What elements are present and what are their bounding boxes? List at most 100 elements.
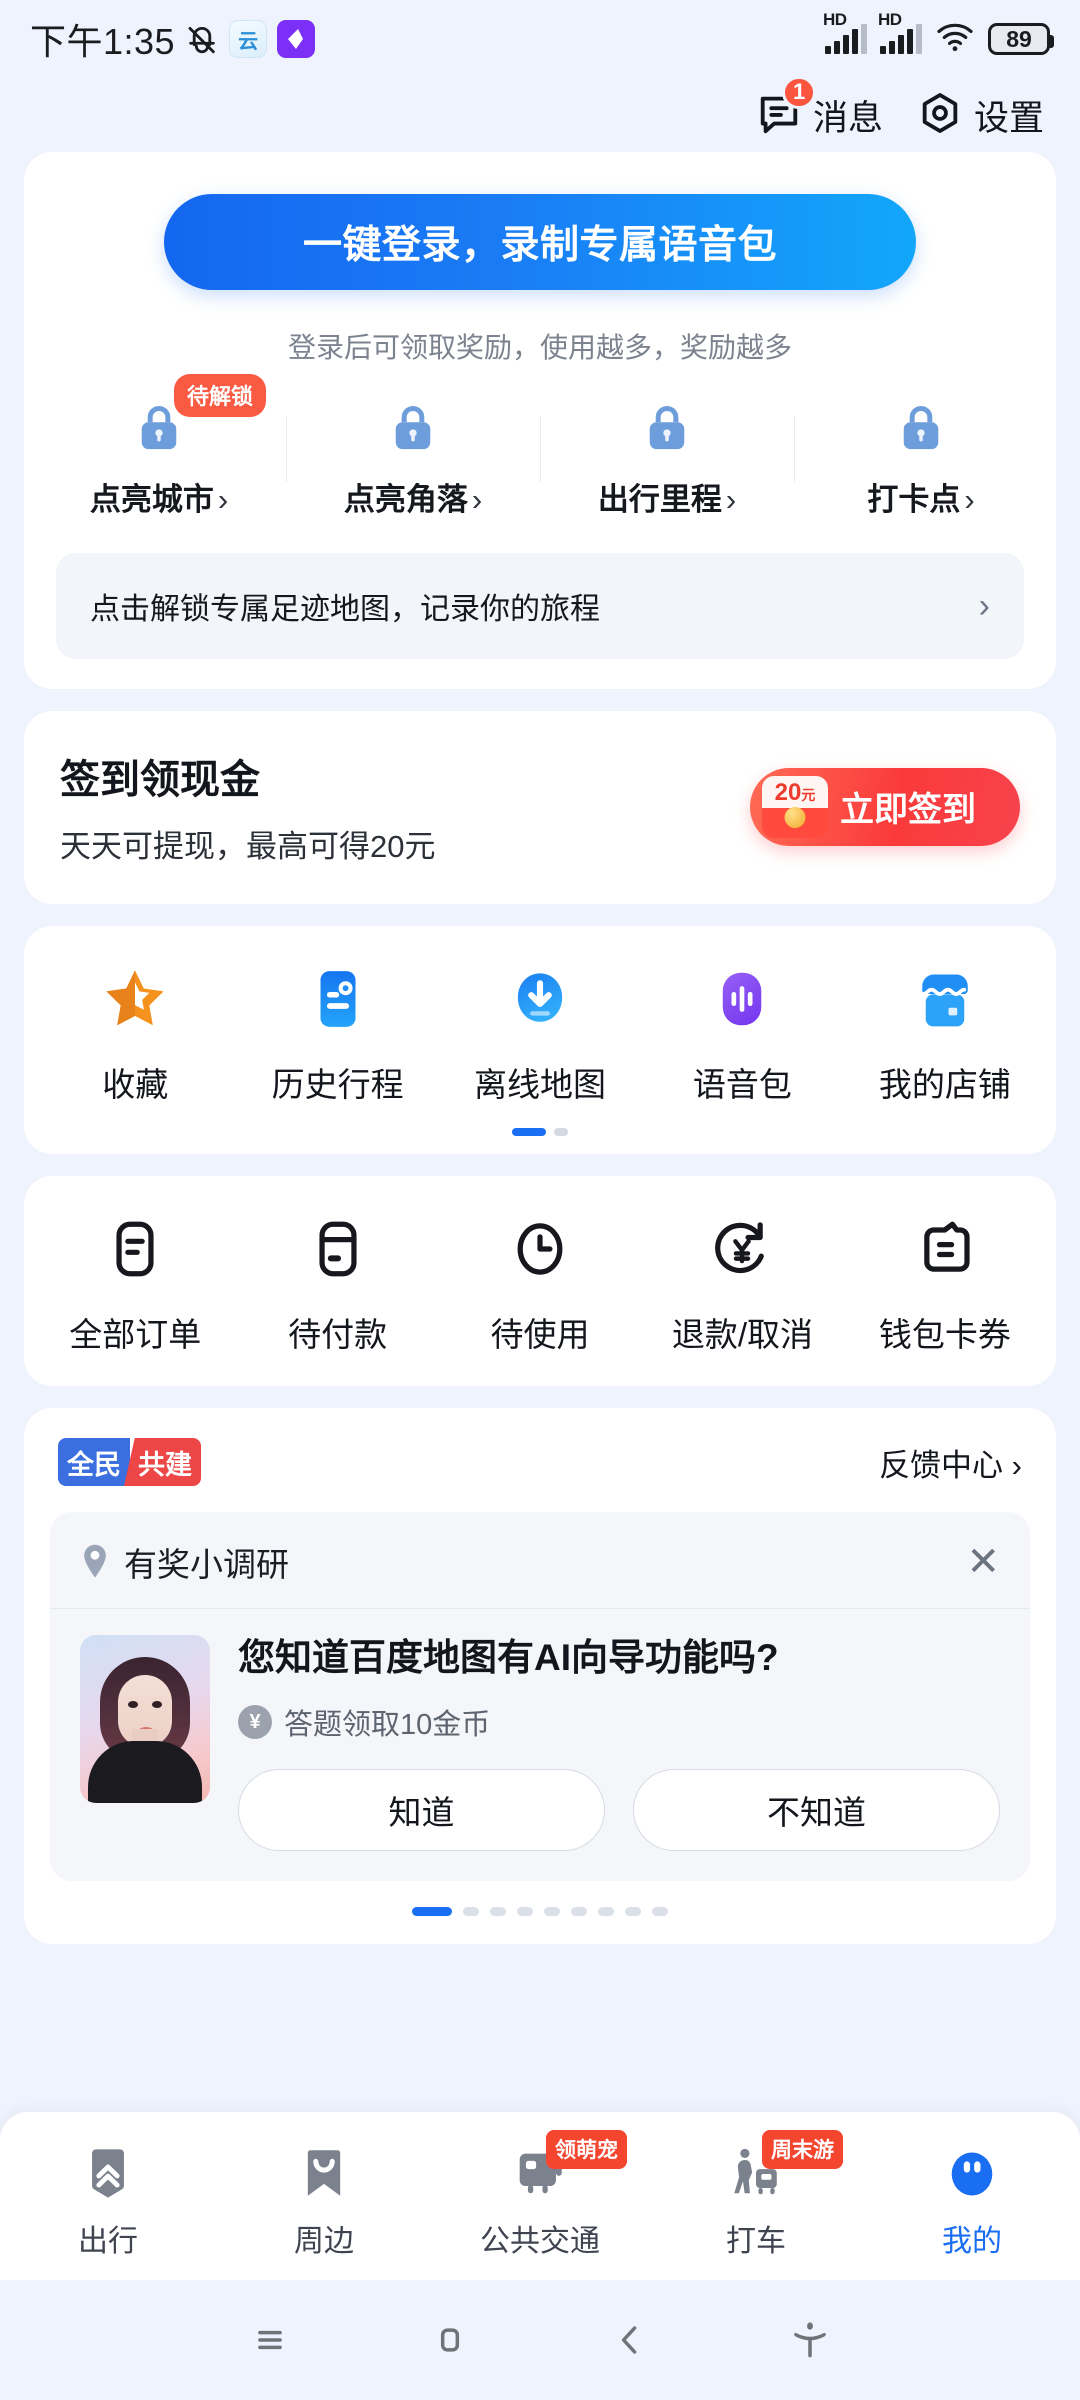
lock-item-label: 点亮城市 › [89,482,229,517]
order-label: 退款/取消 [671,1316,813,1353]
service-item-favorites[interactable]: 收藏 [34,962,236,1106]
back-icon[interactable] [540,2318,720,2362]
service-item-history[interactable]: 历史行程 [236,962,438,1106]
tab-label: 我的 [942,2225,1002,2258]
survey-card: 全民 共建 反馈中心 › 有奖小调研 ✕ 您知道百度地图有AI向导功能吗? ¥ … [24,1408,1056,1945]
feedback-center-link[interactable]: 反馈中心 › [879,1440,1022,1485]
home-icon[interactable] [360,2318,540,2362]
service-label: 我的店铺 [878,1066,1011,1103]
answer-button-know[interactable]: 知道 [238,1769,605,1852]
offline-download-icon [503,962,577,1036]
lock-item-checkin[interactable]: 打卡点 › [794,402,1048,519]
lock-icon [644,402,690,454]
login-subtitle: 登录后可领取奖励，使用越多，奖励越多 [287,332,792,363]
signal-icon-2: HD [878,10,922,54]
tab-public-transit[interactable]: 领萌宠 公共交通 [432,2130,648,2260]
tab-label: 打车 [726,2225,786,2258]
tab-mine[interactable]: 我的 [864,2140,1080,2260]
survey-question: 您知道百度地图有AI向导功能吗? [238,1637,779,1678]
survey-panel: 有奖小调研 ✕ 您知道百度地图有AI向导功能吗? ¥ 答题领取10金币 知道 不… [50,1512,1030,1882]
pagination-dot[interactable] [544,1907,560,1917]
tab-travel[interactable]: 出行 [0,2140,216,2260]
close-icon[interactable]: ✕ [966,1542,1000,1582]
logo-left-text: 全民 [58,1438,130,1486]
service-label: 收藏 [102,1066,169,1103]
order-item-wallet[interactable]: 钱包卡券 [844,1212,1046,1356]
survey-card-header: 全民 共建 反馈中心 › [50,1438,1030,1494]
refund-yuan-icon [705,1212,779,1286]
orders-grid: 全部订单 待付款 待使用 退款/取消 钱包卡券 [34,1212,1046,1356]
tab-label: 公共交通 [480,2225,600,2258]
tab-label: 出行 [78,2225,138,2258]
service-item-my-shop[interactable]: 我的店铺 [844,962,1046,1106]
lock-item-corner[interactable]: 点亮角落 › [286,402,540,519]
coin-yuan-icon: ¥ [238,1705,272,1740]
menu-icon[interactable] [180,2318,360,2362]
lock-item-label: 出行里程 › [597,482,737,517]
survey-panel-title: 有奖小调研 [124,1546,289,1583]
voice-pack-icon [705,962,779,1036]
service-item-offline-map[interactable]: 离线地图 [439,962,641,1106]
order-item-refund[interactable]: 退款/取消 [641,1212,843,1356]
survey-panel-body: 您知道百度地图有AI向导功能吗? ¥ 答题领取10金币 知道 不知道 [50,1609,1030,1881]
tab-taxi[interactable]: 周末游 打车 [648,2130,864,2260]
history-route-icon [301,962,375,1036]
order-label: 待付款 [288,1316,388,1353]
pagination-dot[interactable] [490,1907,506,1917]
pagination-dot[interactable] [512,1128,546,1136]
violet-app-icon [277,20,316,58]
wifi-icon [935,21,975,58]
settings-button[interactable]: 设置 [917,90,1044,141]
pagination-dot[interactable] [625,1907,641,1917]
survey-pagination[interactable] [50,1907,1030,1917]
survey-answers: 知道 不知道 [238,1769,1000,1852]
pagination-dot[interactable] [517,1907,533,1917]
avatar [80,1635,210,1803]
pagination-dot[interactable] [652,1907,668,1917]
services-pagination[interactable] [34,1128,1046,1136]
signin-now-button[interactable]: 20元 立即签到 [750,767,1020,846]
bookmark-icon [295,2140,353,2202]
tab-label: 周边 [294,2225,354,2258]
messages-button[interactable]: 1 消息 [756,75,883,141]
signin-text-block: 签到领现金 天天可提现，最高可得20元 [60,747,435,866]
order-item-unpaid[interactable]: 待付款 [236,1212,438,1356]
quanmin-gongjian-logo: 全民 共建 [58,1438,201,1486]
pending-unlock-badge: 待解锁 [174,374,267,417]
tab-nearby[interactable]: 周边 [216,2140,432,2260]
messages-label: 消息 [812,98,883,138]
card-payment-icon [301,1212,375,1286]
pagination-dot[interactable] [463,1907,479,1917]
one-tap-login-button[interactable]: 一键登录，录制专属语音包 [164,194,916,290]
orders-card: 全部订单 待付款 待使用 退款/取消 钱包卡券 [24,1176,1056,1386]
accessibility-icon[interactable] [720,2318,900,2362]
signin-title: 签到领现金 [60,758,260,802]
lock-item-mileage[interactable]: 出行里程 › [540,402,794,519]
login-card: 一键登录，录制专属语音包 登录后可领取奖励，使用越多，奖励越多 待解锁 点亮城市… [24,152,1056,689]
status-bar-right: HD HD 89 [823,10,1054,58]
pagination-dot[interactable] [571,1907,587,1917]
signal-icon-1: HD [823,10,867,54]
pagination-dot[interactable] [554,1128,568,1136]
shop-icon [908,962,982,1036]
tab-badge: 领萌宠 [546,2130,627,2169]
footprint-map-banner[interactable]: 点击解锁专属足迹地图，记录你的旅程 › [56,553,1024,659]
profile-icon [943,2140,1001,2202]
survey-reward-row: ¥ 答题领取10金币 [238,1701,1000,1743]
services-card: 收藏 历史行程 离线地图 语音包 我的店铺 [24,926,1056,1154]
tab-badge: 周末游 [762,2130,843,2169]
bell-muted-icon [185,22,219,56]
chevrons-up-icon [79,2140,137,2202]
lock-icon [390,402,436,454]
order-item-all[interactable]: 全部订单 [34,1212,236,1356]
status-bar-left: 下午1:35 [30,13,316,65]
messages-badge: 1 [781,75,817,109]
lock-item-city[interactable]: 待解锁 点亮城市 › [32,374,286,519]
gear-hexagon-icon [917,90,963,141]
answer-button-dont-know[interactable]: 不知道 [633,1769,1000,1852]
service-item-voice-pack[interactable]: 语音包 [641,962,843,1106]
pagination-dot[interactable] [598,1907,614,1917]
pagination-dot[interactable] [412,1907,452,1917]
services-grid: 收藏 历史行程 离线地图 语音包 我的店铺 [34,962,1046,1106]
order-item-unused[interactable]: 待使用 [439,1212,641,1356]
